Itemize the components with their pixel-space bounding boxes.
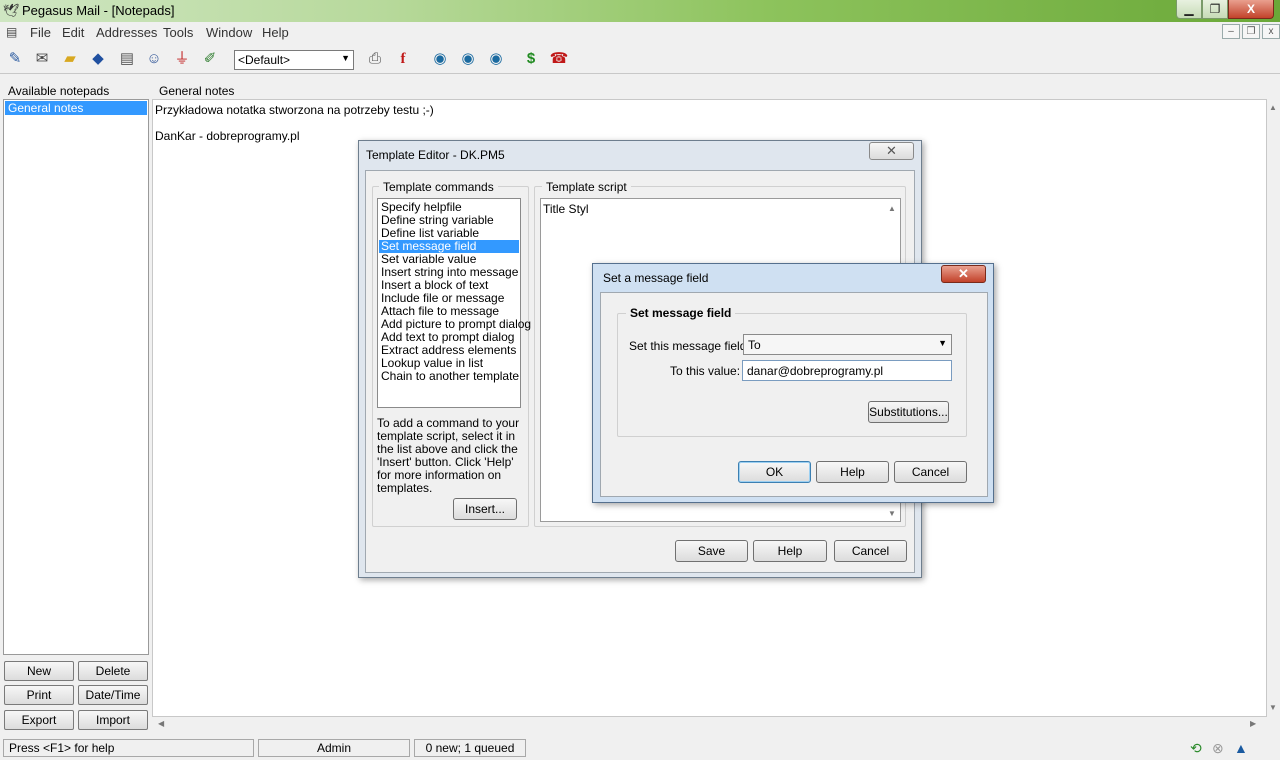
title-bar: 🕊 Pegasus Mail - [Notepads]	[0, 0, 1280, 22]
scroll-up-icon[interactable]: ▲	[1269, 103, 1277, 112]
new-button[interactable]: New	[4, 661, 74, 681]
template-cancel-button[interactable]: Cancel	[834, 540, 907, 562]
export-button[interactable]: Export	[4, 710, 74, 730]
mdi-child-icon[interactable]: ▤	[6, 25, 17, 39]
close-window-button[interactable]: X	[1228, 0, 1274, 19]
value-input[interactable]: danar@dobreprogramy.pl	[742, 360, 952, 381]
template-editor-title: Template Editor - DK.PM5	[366, 148, 505, 162]
field-label: Set this message field:	[629, 339, 750, 353]
status-user: Admin	[258, 739, 410, 757]
template-help-button[interactable]: Help	[753, 540, 827, 562]
note-line: Przykładowa notatka stworzona na potrzeb…	[155, 103, 434, 117]
save-button[interactable]: Save	[675, 540, 748, 562]
script-scroll-up-icon[interactable]: ▲	[888, 204, 896, 213]
print-icon[interactable]: ⎙	[364, 48, 386, 70]
menu-help[interactable]: Help	[262, 25, 289, 40]
mdi-minimize-button[interactable]: –	[1222, 24, 1240, 39]
minimize-button[interactable]: ▁	[1176, 0, 1202, 19]
globe-forward-icon[interactable]: ◉	[429, 48, 451, 70]
commands-help-text: To add a command to your template script…	[377, 416, 520, 495]
note-line: DanKar - dobreprogramy.pl	[155, 129, 300, 143]
set-field-close-button[interactable]: ✕	[941, 265, 986, 283]
font-icon[interactable]: f	[392, 48, 414, 70]
command-item[interactable]: Chain to another template	[381, 370, 519, 383]
delete-button[interactable]: Delete	[78, 661, 148, 681]
scroll-down-icon[interactable]: ▼	[1269, 703, 1277, 712]
script-text: Title Styl	[543, 202, 589, 216]
menu-edit[interactable]: Edit	[62, 25, 84, 40]
scroll-left-icon[interactable]: ◀	[158, 719, 164, 728]
phone-icon[interactable]: ☎	[548, 48, 570, 70]
mdi-restore-button[interactable]: ❐	[1242, 24, 1260, 39]
horizontal-scrollbar[interactable]: ◀ ▶	[152, 717, 1267, 730]
maximize-button[interactable]: ❐	[1202, 0, 1228, 19]
notepad-item[interactable]: General notes	[5, 101, 147, 115]
status-queue: 0 new; 1 queued	[414, 739, 526, 757]
set-field-cancel-button[interactable]: Cancel	[894, 461, 967, 483]
field-select[interactable]: To ▼	[743, 334, 952, 355]
commands-label: Template commands	[379, 180, 498, 194]
insert-button[interactable]: Insert...	[453, 498, 517, 520]
import-button[interactable]: Import	[78, 710, 148, 730]
folder-icon[interactable]: ▰	[59, 48, 81, 70]
address-book-icon[interactable]: ◆	[87, 48, 109, 70]
identity-select[interactable]: <Default> ▼	[234, 50, 354, 70]
set-field-title: Set a message field	[603, 271, 709, 285]
filter-icon[interactable]: ⏚	[171, 48, 193, 70]
date-time-button[interactable]: Date/Time	[78, 685, 148, 705]
scroll-right-icon[interactable]: ▶	[1250, 719, 1256, 728]
identity-value: <Default>	[238, 53, 291, 67]
content-header: General notes	[159, 84, 235, 98]
commands-list[interactable]: Specify helpfile Define string variable …	[377, 198, 531, 408]
print-button[interactable]: Print	[4, 685, 74, 705]
upload-icon[interactable]: ▲	[1234, 740, 1248, 756]
pegasus-app-icon: 🕊	[3, 3, 20, 18]
ok-button[interactable]: OK	[738, 461, 811, 483]
notepad-icon[interactable]: ▤	[116, 48, 138, 70]
addresses-icon[interactable]: ☺	[143, 48, 165, 70]
field-select-value: To	[748, 338, 761, 352]
substitutions-button[interactable]: Substitutions...	[868, 401, 949, 423]
menu-tools[interactable]: Tools	[163, 25, 193, 40]
notepads-list[interactable]: General notes	[3, 99, 149, 655]
menu-file[interactable]: File	[30, 25, 51, 40]
network-icon[interactable]: ⟲	[1190, 740, 1202, 757]
chevron-down-icon: ▼	[341, 53, 350, 63]
edit-notepad-icon[interactable]: ✐	[199, 48, 221, 70]
menu-window[interactable]: Window	[206, 25, 252, 40]
mdi-close-button[interactable]: x	[1262, 24, 1280, 39]
menu-bar: ▤ File Edit Addresses Tools Window Help	[0, 22, 1280, 43]
chevron-down-icon: ▼	[938, 338, 947, 348]
globe-back-icon[interactable]: ◉	[457, 48, 479, 70]
new-message-icon[interactable]: ✎	[4, 48, 26, 70]
script-scroll-down-icon[interactable]: ▼	[888, 509, 896, 518]
template-editor-close-button[interactable]: ✕	[869, 142, 914, 160]
vertical-scrollbar[interactable]: ▲ ▼	[1267, 99, 1280, 717]
window-title: Pegasus Mail - [Notepads]	[22, 3, 175, 18]
offline-icon[interactable]: ⊗	[1212, 740, 1224, 757]
menu-addresses[interactable]: Addresses	[96, 25, 157, 40]
toolbar: ✎ ✉ ▰ ◆ ▤ ☺ ⏚ ✐ ⎙ f ◉ ◉ ◉ $ ☎	[0, 44, 1280, 74]
set-field-help-button[interactable]: Help	[816, 461, 889, 483]
set-field-group-label: Set message field	[626, 306, 736, 320]
globe-check-icon[interactable]: ◉	[485, 48, 507, 70]
script-label: Template script	[542, 180, 631, 194]
notepads-header: Available notepads	[8, 84, 110, 98]
value-label: To this value:	[670, 364, 741, 378]
read-mail-icon[interactable]: ✉	[31, 48, 53, 70]
dollar-icon[interactable]: $	[520, 48, 542, 70]
status-help: Press <F1> for help	[3, 739, 254, 757]
